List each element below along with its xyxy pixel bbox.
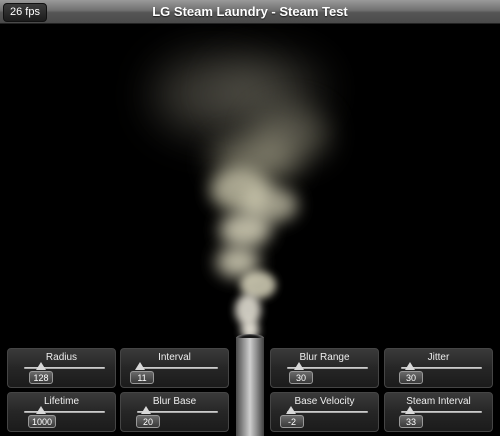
base-velocity-slider-thumb[interactable] bbox=[286, 406, 296, 414]
blur-base-control: Blur Base 20 bbox=[120, 392, 229, 432]
steam-interval-control: Steam Interval 33 bbox=[384, 392, 493, 432]
blur-range-control: Blur Range 30 bbox=[270, 348, 379, 388]
jitter-slider-thumb[interactable] bbox=[405, 362, 415, 370]
lifetime-control: Lifetime 1000 bbox=[7, 392, 116, 432]
blur-base-slider-thumb[interactable] bbox=[141, 406, 151, 414]
window-title: LG Steam Laundry - Steam Test bbox=[152, 4, 348, 19]
steam-interval-value: 33 bbox=[399, 415, 423, 428]
radius-value: 128 bbox=[29, 371, 53, 384]
title-bar: 26 fps LG Steam Laundry - Steam Test bbox=[0, 0, 500, 24]
jitter-label: Jitter bbox=[427, 352, 450, 363]
steam-interval-slider-thumb[interactable] bbox=[405, 406, 415, 414]
radius-label: Radius bbox=[45, 352, 78, 363]
base-velocity-value: -2 bbox=[280, 415, 304, 428]
base-velocity-slider-track[interactable] bbox=[287, 411, 368, 413]
jitter-control: Jitter 30 bbox=[384, 348, 493, 388]
interval-slider-track[interactable] bbox=[137, 367, 218, 369]
blur-base-label: Blur Base bbox=[152, 396, 197, 407]
steam-interval-label: Steam Interval bbox=[406, 396, 471, 407]
lifetime-slider-thumb[interactable] bbox=[36, 406, 46, 414]
radius-slider-thumb[interactable] bbox=[36, 362, 46, 370]
lifetime-label: Lifetime bbox=[43, 396, 79, 407]
jitter-value: 30 bbox=[399, 371, 423, 384]
blur-range-slider-thumb[interactable] bbox=[294, 362, 304, 370]
steam-plume bbox=[155, 57, 328, 340]
interval-slider-thumb[interactable] bbox=[135, 362, 145, 370]
lifetime-value: 1000 bbox=[28, 415, 57, 428]
base-velocity-control: Base Velocity -2 bbox=[270, 392, 379, 432]
blur-base-value: 20 bbox=[136, 415, 160, 428]
interval-value: 11 bbox=[130, 371, 154, 384]
radius-control: Radius 128 bbox=[7, 348, 116, 388]
blur-range-label: Blur Range bbox=[299, 352, 350, 363]
interval-control: Interval 11 bbox=[120, 348, 229, 388]
steam-canvas bbox=[155, 57, 328, 340]
steam-pipe bbox=[236, 338, 264, 436]
blur-range-value: 30 bbox=[289, 371, 313, 384]
